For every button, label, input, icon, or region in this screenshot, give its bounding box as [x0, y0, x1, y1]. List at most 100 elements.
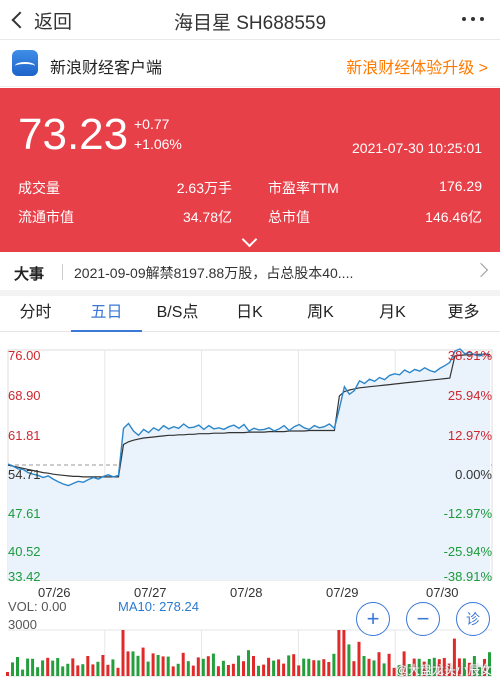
volume-bar — [277, 659, 281, 676]
volume-bar — [6, 672, 9, 676]
volume-bar — [221, 660, 225, 676]
volume-bar — [317, 660, 321, 676]
chevron-right-icon — [473, 262, 489, 278]
volume-bar — [252, 656, 255, 676]
more-menu-button[interactable] — [462, 17, 484, 21]
quote-panel: 73.23 +0.77 +1.06% 2021-07-30 10:25:01 成… — [0, 88, 500, 252]
quote-timestamp: 2021-07-30 10:25:01 — [352, 140, 482, 156]
more-dot-icon — [471, 17, 475, 21]
volume-bar — [332, 653, 336, 676]
volume-bar — [96, 661, 100, 676]
back-label: 返回 — [34, 11, 73, 33]
tab-five-day[interactable]: 五日 — [71, 296, 142, 332]
volume-bar — [46, 657, 50, 676]
zoom-out-button[interactable]: − — [406, 602, 440, 636]
diagnose-button[interactable]: 诊 — [456, 602, 490, 636]
volume-bar — [116, 667, 120, 676]
x-tick: 07/29 — [326, 585, 359, 600]
volume-bar — [216, 666, 220, 676]
volume-bar — [287, 655, 291, 676]
volume-bar — [262, 664, 266, 676]
volume-bar — [41, 660, 45, 676]
volume-bar — [387, 653, 391, 676]
change-amount: +0.77 — [134, 116, 170, 132]
volume-bar — [56, 658, 60, 676]
float-cap-value: 34.78亿 — [182, 209, 232, 225]
tab-daily-k[interactable]: 日K — [214, 296, 285, 332]
volume-bar — [31, 658, 35, 676]
event-tag: 大事 — [14, 266, 45, 283]
volume-bar — [362, 656, 366, 676]
volume-label: 成交量 — [18, 180, 60, 196]
sina-finance-logo-icon — [12, 50, 38, 76]
y-left-tick: 76.00 — [8, 348, 41, 363]
volume-bar — [327, 662, 331, 676]
total-cap-label: 总市值 — [268, 209, 310, 225]
current-price: 73.23 — [18, 110, 129, 159]
divider — [62, 264, 63, 280]
five-day-chart[interactable]: 76.00 68.90 61.81 54.71 47.61 40.52 33.4… — [0, 340, 500, 682]
watermark: @大盘龙头小辰女 — [395, 663, 492, 677]
volume-bar — [136, 655, 140, 676]
volume-bar — [166, 656, 170, 676]
volume-bar — [161, 656, 165, 676]
back-button[interactable]: 返回 — [10, 7, 72, 33]
volume-bar — [91, 664, 95, 676]
pe-value: 176.29 — [439, 178, 482, 194]
volume-bar — [176, 663, 180, 676]
volume-bar — [76, 665, 80, 676]
volume-bar — [26, 658, 30, 676]
tab-bs-points[interactable]: B/S点 — [142, 296, 213, 332]
volume-bar — [146, 661, 150, 676]
volume-bar — [237, 655, 240, 676]
volume-bar — [86, 656, 90, 676]
y-right-tick: -25.94% — [443, 544, 492, 559]
volume-bar — [382, 663, 386, 676]
volume-bar — [61, 666, 65, 676]
volume-bar — [141, 647, 145, 676]
tab-more[interactable]: 更多 — [428, 296, 499, 332]
y-left-tick: 54.71 — [8, 467, 41, 482]
volume-bar — [342, 630, 346, 676]
y-left-tick: 47.61 — [8, 506, 41, 521]
volume-bar — [322, 659, 326, 676]
volume-bar — [312, 660, 316, 676]
y-left-tick: 40.52 — [8, 544, 41, 559]
x-tick: 07/26 — [38, 585, 71, 600]
volume-bar — [257, 665, 260, 676]
expand-chevron-down-icon[interactable] — [241, 231, 258, 248]
volume-bar — [121, 630, 125, 676]
volume-bar — [282, 663, 286, 676]
volume-bar — [267, 657, 271, 676]
volume-bar — [101, 655, 105, 676]
tab-intraday[interactable]: 分时 — [0, 296, 71, 332]
upgrade-link[interactable]: 新浪财经体验升级 > — [346, 54, 488, 78]
change-percent: +1.06% — [134, 136, 182, 152]
volume-max-tick: 3000 — [8, 617, 37, 632]
volume-bar — [106, 664, 110, 676]
volume-bar — [226, 665, 230, 676]
more-dot-icon — [462, 17, 466, 21]
tab-monthly-k[interactable]: 月K — [357, 296, 428, 332]
volume-label: VOL: 0.00 — [8, 599, 67, 614]
tab-weekly-k[interactable]: 周K — [285, 296, 356, 332]
volume-bar — [377, 652, 381, 676]
volume-bar — [66, 663, 70, 676]
volume-bar — [36, 667, 40, 676]
event-text: 2021-09-09解禁8197.88万股，占总股本40.... — [74, 265, 354, 281]
volume-bar — [292, 654, 296, 676]
y-left-tick: 61.81 — [8, 428, 41, 443]
volume-bar — [372, 660, 376, 676]
total-cap-value: 146.46亿 — [425, 209, 482, 225]
top-bar: 返回 海目星 SH688559 — [0, 0, 500, 40]
zoom-in-button[interactable]: + — [356, 602, 390, 636]
volume-bar — [156, 655, 160, 676]
volume-bar — [352, 661, 356, 676]
chevron-left-icon — [11, 11, 29, 29]
more-dot-icon — [480, 17, 484, 21]
volume-bar — [211, 653, 215, 676]
major-event-row[interactable]: 大事 2021-09-09解禁8197.88万股，占总股本40.... — [0, 252, 500, 298]
volume-bar — [186, 661, 190, 676]
price-area — [8, 348, 490, 580]
volume-bar — [196, 657, 200, 676]
